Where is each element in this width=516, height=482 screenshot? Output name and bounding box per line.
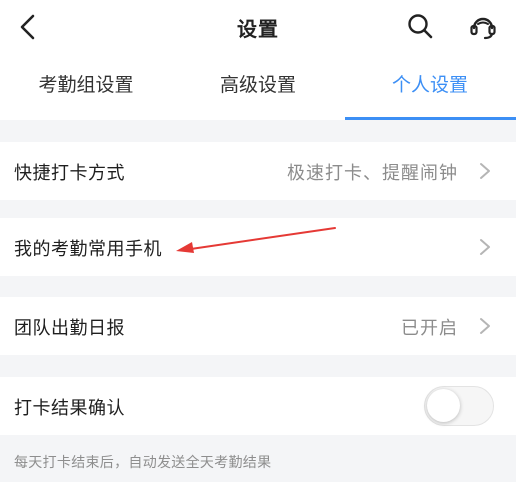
customer-service-icon[interactable]: [466, 9, 500, 43]
quick-punch-value: 极速打卡、提醒闹钟: [287, 163, 458, 184]
team-report-status: 已开启: [401, 318, 458, 339]
annotation-arrow-icon: [176, 227, 336, 253]
row-quick-punch-method[interactable]: 快捷打卡方式 极速打卡、提醒闹钟: [0, 142, 516, 200]
team-report-label: 团队出勤日报: [14, 318, 125, 339]
tab-bar: 考勤组设置 高级设置 个人设置: [0, 56, 516, 120]
quick-punch-label: 快捷打卡方式: [14, 163, 125, 184]
page-title: 设置: [237, 17, 279, 41]
tab-advanced-settings[interactable]: 高级设置: [172, 56, 344, 120]
common-phone-label: 我的考勤常用手机: [14, 239, 162, 260]
punch-confirm-hint: 每天打卡结束后，自动发送全天考勤结果: [14, 455, 272, 471]
chevron-right-icon: [480, 239, 490, 255]
chevron-right-icon: [480, 163, 490, 179]
punch-confirm-toggle[interactable]: [424, 386, 494, 426]
search-icon[interactable]: [405, 11, 435, 41]
row-team-daily-report[interactable]: 团队出勤日报 已开启: [0, 297, 516, 355]
punch-confirm-label: 打卡结果确认: [14, 398, 125, 419]
chevron-right-icon: [480, 318, 490, 334]
top-bar: 设置: [0, 0, 516, 56]
tab-personal-settings[interactable]: 个人设置: [344, 56, 516, 120]
tab-attendance-group-settings[interactable]: 考勤组设置: [0, 56, 172, 120]
active-tab-indicator: [345, 117, 516, 120]
toggle-knob[interactable]: [427, 389, 460, 422]
